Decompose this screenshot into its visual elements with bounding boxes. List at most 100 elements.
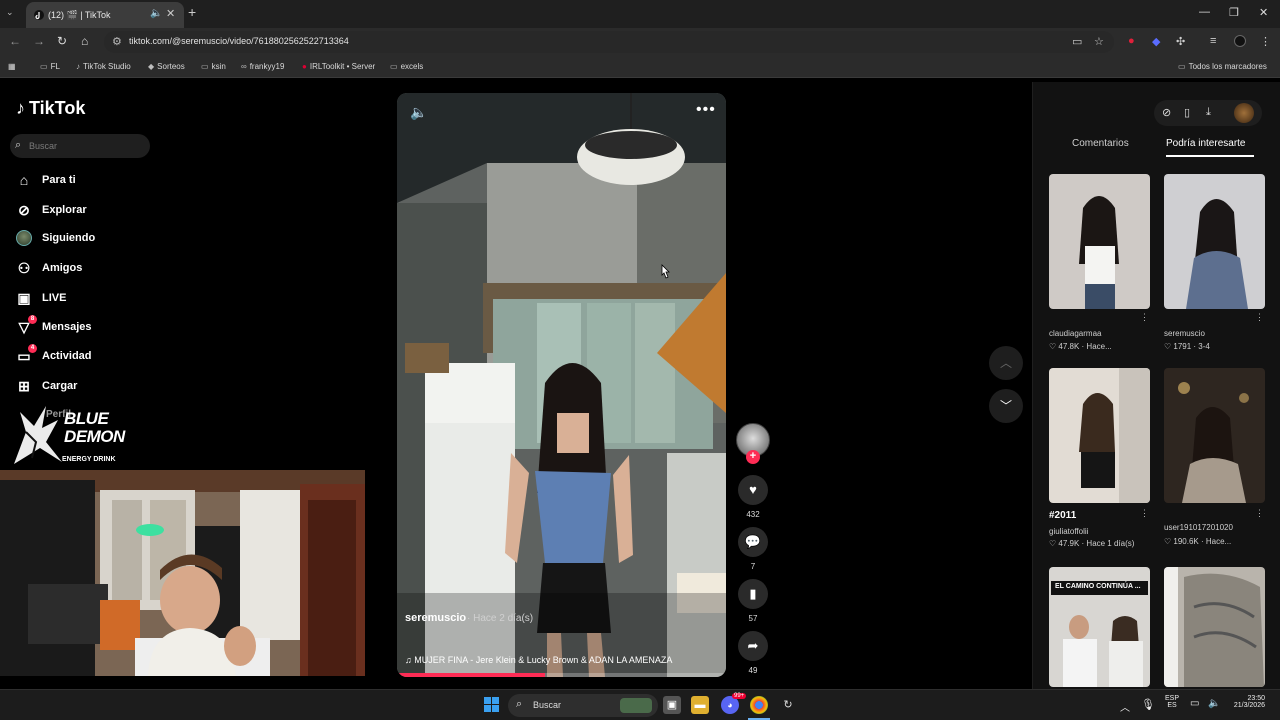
next-video-button[interactable]: ﹀ [989,389,1023,423]
profile-avatar-icon[interactable] [1234,35,1246,47]
minimize-icon[interactable]: — [1199,6,1210,18]
bookmark-irltoolkit[interactable]: ● IRLToolkit • Server [302,62,375,71]
search-icon: ⌕ [516,698,523,710]
thumb-username[interactable]: seremuscio [1164,329,1205,338]
video-progress-bar[interactable] [397,673,726,677]
language-indicator[interactable]: ESP ES [1162,695,1182,709]
tab-comentarios[interactable]: Comentarios [1072,138,1129,149]
microphone-icon[interactable]: 🎙 [1141,698,1155,711]
suggested-video-thumb[interactable] [1164,174,1265,309]
url-text: tiktok.com/@seremuscio/video/76188025625… [129,36,349,46]
chrome-icon[interactable] [750,696,768,714]
bookmark-icon[interactable]: ▮ [738,579,768,609]
windows-taskbar: ⌕ Buscar ▣ ▬ ◕ 99+ ↻ ︿ ESP ES 🎙 ▭ 🔈 23:50… [0,689,1280,720]
search-icon: ⌕ [15,139,22,151]
follow-button[interactable]: + [746,450,760,464]
upload-icon: ⊞ [18,378,30,394]
tiktok-logo[interactable]: ♪ TikTok [16,98,85,119]
download-icon[interactable]: ⤓ [1206,106,1211,119]
address-bar[interactable]: ⚙ tiktok.com/@seremuscio/video/761880256… [104,31,1114,53]
thumb-meta: ♡ 1791 · 3-4 [1164,342,1210,351]
webcam-image [0,470,365,676]
compass-tool-icon[interactable]: ⊘ [1162,106,1171,119]
suggested-video-thumb[interactable] [1164,368,1265,503]
thumb-username[interactable]: user191017201020 [1164,523,1233,532]
suggested-video-thumb[interactable] [1049,368,1150,503]
previous-video-button[interactable]: ︿ [989,346,1023,380]
video-frame [397,93,726,677]
file-explorer-icon[interactable]: ▬ [691,696,709,714]
thumb-image [1164,368,1265,503]
thumb-meta: ♡ 47.8K · Hace... [1049,342,1112,351]
suggested-video-thumb[interactable] [1049,174,1150,309]
bookmark-fl[interactable]: ▭ FL [40,62,60,71]
extensions-puzzle-icon[interactable]: ✣ [1176,35,1185,48]
bookmark-star-icon[interactable]: ☆ [1094,35,1104,48]
clock[interactable]: 23:50 21/3/2026 [1225,695,1265,709]
folder-icon: ▭ [201,62,209,71]
task-view-icon[interactable]: ▣ [663,696,681,714]
chrome-menu-icon[interactable]: ⋮ [1260,35,1271,48]
tab-audio-icon[interactable]: 🔈 [150,8,162,19]
install-app-icon[interactable]: ▭ [1072,35,1082,48]
suggested-video-thumb[interactable]: EL CAMINO CONTINÚA ... [1049,567,1150,687]
panel-toolbar: ⊘ ▯ ⤓ [1154,100,1262,126]
diamond-icon: ◆ [148,62,155,71]
video-author[interactable]: seremuscio [405,612,466,624]
bookmark-excels[interactable]: ▭ excels [390,62,423,71]
home-browser-icon[interactable]: ⌂ [81,34,88,48]
back-icon[interactable]: ← [9,34,21,48]
more-options-icon[interactable]: ⋮ [1140,312,1149,323]
extension-red-icon[interactable]: ● [1128,35,1135,47]
more-options-icon[interactable]: ⋮ [1140,508,1149,519]
apps-grid-icon[interactable]: ▦ [8,62,16,71]
more-options-icon[interactable]: ••• [696,101,716,119]
save-count: 57 [748,614,758,623]
new-tab-button[interactable]: + [188,4,196,20]
thumb-image [1164,567,1265,687]
all-bookmarks[interactable]: ▭ Todos los marcadores [1178,62,1267,71]
tab-title: (12) 🎬 | TikTok [48,10,111,20]
more-options-icon[interactable]: ⋮ [1255,508,1264,519]
sponsor-name: BLUE DEMON [64,409,125,446]
heart-icon[interactable]: ♥ [738,475,768,505]
network-icon[interactable]: ▭ [1190,698,1199,709]
windows-start-icon[interactable] [484,697,500,713]
thumb-image [1049,174,1150,309]
active-tab-indicator [1166,155,1254,157]
video-player[interactable]: 🔈 ••• seremuscio · Hace 2 día(s) ♫ MUJER… [397,93,726,677]
extension-shield-icon[interactable]: ◆ [1152,35,1160,48]
thumb-username[interactable]: giuliatoffolii [1049,527,1088,536]
bookmark-frankyy19[interactable]: ∞ frankyy19 [241,62,284,71]
like-count: 432 [746,510,760,519]
tray-overflow-icon[interactable]: ︿ [1120,699,1130,714]
sponsor-tagline: ENERGY DRINK [62,456,116,463]
volume-icon[interactable]: 🔈 [410,104,427,121]
reload-icon[interactable]: ↻ [57,34,67,48]
share-icon[interactable]: ➦ [738,631,768,661]
more-options-icon[interactable]: ⋮ [1255,312,1264,323]
app-icon[interactable]: ↻ [779,696,797,714]
restore-icon[interactable]: ❐ [1229,6,1239,19]
user-avatar[interactable] [1234,103,1254,123]
bookmark-tiktok-studio[interactable]: ♪ TikTok Studio [76,62,131,71]
tab-close-icon[interactable]: ✕ [166,7,175,20]
bookmark-ksin[interactable]: ▭ ksin [201,62,226,71]
comment-icon[interactable]: 💬 [738,527,768,557]
comment-count: 7 [750,562,756,571]
bookmark-sorteos[interactable]: ◆ Sorteos [148,62,185,71]
forward-icon[interactable]: → [33,34,45,48]
search-input[interactable]: ⌕ Buscar [10,134,150,158]
site-info-icon[interactable]: ⚙ [112,35,122,48]
window-close-icon[interactable]: ✕ [1259,6,1268,19]
video-music[interactable]: ♫ MUJER FINA - Jere Klein & Lucky Brown … [405,655,672,665]
phone-icon[interactable]: ▯ [1184,106,1190,119]
volume-tray-icon[interactable]: 🔈 [1208,698,1220,709]
browser-tab-tiktok[interactable]: (12) 🎬 | TikTok 🔈 ✕ [26,2,184,28]
tab-podria-interesarte[interactable]: Podría interesarte [1166,138,1246,149]
media-control-icon[interactable]: ≡ [1210,35,1216,47]
taskbar-search[interactable]: ⌕ Buscar [508,694,658,717]
tab-search-icon[interactable]: ⌄ [6,7,14,18]
thumb-username[interactable]: claudiagarmaa [1049,329,1101,338]
suggested-video-thumb[interactable] [1164,567,1265,687]
